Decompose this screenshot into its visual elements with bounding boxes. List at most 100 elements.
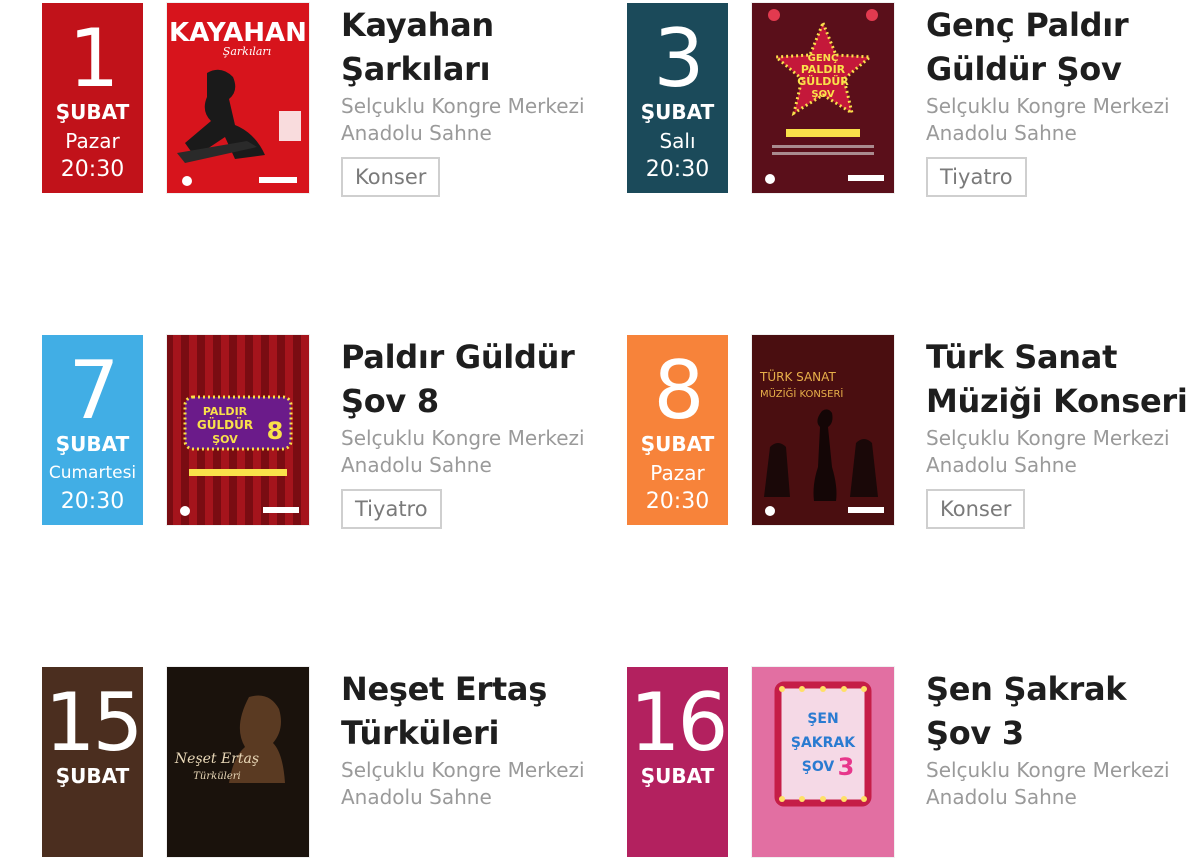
poster-line-3: GÜLDÜR <box>797 74 849 88</box>
poster-line-1: PALDIR <box>203 405 248 418</box>
poster-line-1: ŞEN <box>807 711 838 727</box>
event-venue: Selçuklu Kongre Merkezi Anadolu Sahne <box>341 425 601 479</box>
date-box[interactable]: 8 ŞUBAT Pazar 20:30 <box>627 335 728 525</box>
event-poster[interactable]: Neşet Ertaş Türküleri <box>167 667 309 857</box>
venue-line-2: Anadolu Sahne <box>926 453 1077 477</box>
poster-line-1: Neşet Ertaş <box>174 751 259 767</box>
date-box[interactable]: 3 ŞUBAT Salı 20:30 <box>627 3 728 193</box>
event-weekday: Salı <box>659 129 696 153</box>
title-line-2: Şov 3 <box>926 714 1024 752</box>
event-info: Paldır Güldür Şov 8 Selçuklu Kongre Merke… <box>341 335 601 529</box>
poster-line-2: GÜLDÜR <box>197 417 253 432</box>
event-month: ŞUBAT <box>640 764 715 788</box>
category-tag[interactable]: Konser <box>341 157 441 197</box>
event-day: 1 <box>68 12 120 105</box>
event-title[interactable]: Türk Sanat Müziği Konseri <box>926 335 1188 423</box>
poster-line-4: ŞOV <box>811 89 834 100</box>
event-weekday: Pazar <box>65 129 120 153</box>
poster-line-3: ŞOV <box>212 433 238 446</box>
event-month: ŞUBAT <box>55 432 130 456</box>
event-weekday: Cumartesi <box>48 463 137 483</box>
event-title[interactable]: Genç Paldır Güldür Şov <box>926 3 1186 91</box>
event-day: 8 <box>653 344 705 437</box>
venue-line-2: Anadolu Sahne <box>341 121 492 145</box>
event-month: ŞUBAT <box>640 100 715 124</box>
event-info: Türk Sanat Müziği Konseri Selçuklu Kongre… <box>926 335 1188 529</box>
event-poster[interactable]: TÜRK SANAT MÜZİĞİ KONSERİ <box>752 335 894 525</box>
title-line-1: Kayahan <box>341 6 494 44</box>
event-poster[interactable]: GENÇ PALDIR GÜLDÜR ŞOV <box>752 3 894 193</box>
poster-number: 3 <box>838 753 855 781</box>
event-card-turk-sanat: 8 ŞUBAT Pazar 20:30 TÜRK SANAT MÜZİĞİ KO… <box>627 335 1188 535</box>
title-line-1: Şen Şakrak <box>926 670 1127 708</box>
venue-line-1: Selçuklu Kongre Merkezi <box>926 426 1170 450</box>
event-venue: Selçuklu Kongre Merkezi Anadolu Sahne <box>926 425 1186 479</box>
title-line-2: Şov 8 <box>341 382 439 420</box>
event-time: 20:30 <box>645 489 710 514</box>
event-day: 7 <box>68 344 120 437</box>
venue-line-1: Selçuklu Kongre Merkezi <box>341 426 585 450</box>
event-month: ŞUBAT <box>640 432 715 456</box>
event-poster[interactable]: KAYAHAN Şarkıları <box>167 3 309 193</box>
event-title[interactable]: Neşet Ertaş Türküleri <box>341 667 601 755</box>
poster-line-2: ŞAKRAK <box>791 735 856 751</box>
title-line-2: Türküleri <box>341 714 500 752</box>
poster-line-3: ŞOV <box>802 759 835 775</box>
event-day: 15 <box>44 676 144 769</box>
event-day: 16 <box>629 676 729 769</box>
title-line-2: Müziği Konseri <box>926 382 1188 420</box>
venue-line-2: Anadolu Sahne <box>341 453 492 477</box>
category-tag[interactable]: Konser <box>926 489 1026 529</box>
event-weekday: Pazar <box>650 461 705 485</box>
poster-line-2: MÜZİĞİ KONSERİ <box>760 387 843 400</box>
event-poster[interactable]: PALDIR GÜLDÜR ŞOV 8 <box>167 335 309 525</box>
event-poster[interactable]: ŞEN ŞAKRAK ŞOV 3 <box>752 667 894 857</box>
event-venue: Selçuklu Kongre Merkezi Anadolu Sahne <box>341 757 601 811</box>
event-card-kayahan: 1 ŞUBAT Pazar 20:30 KAYAHAN Şarkıları Ka… <box>42 3 602 203</box>
venue-line-2: Anadolu Sahne <box>341 785 492 809</box>
event-title[interactable]: Paldır Güldür Şov 8 <box>341 335 601 423</box>
venue-line-1: Selçuklu Kongre Merkezi <box>926 758 1170 782</box>
event-venue: Selçuklu Kongre Merkezi Anadolu Sahne <box>341 93 601 147</box>
title-line-1: Paldır Güldür <box>341 338 575 376</box>
event-time: 20:30 <box>60 157 125 182</box>
poster-line-1: TÜRK SANAT <box>759 368 836 384</box>
event-card-genc-paldir: 3 ŞUBAT Salı 20:30 GENÇ PALDIR GÜLDÜR ŞO… <box>627 3 1187 203</box>
title-line-1: Genç Paldır <box>926 6 1129 44</box>
title-line-1: Neşet Ertaş <box>341 670 547 708</box>
event-info: Neşet Ertaş Türküleri Selçuklu Kongre Mer… <box>341 667 601 811</box>
title-line-1: Türk Sanat <box>926 338 1118 376</box>
poster-number: 8 <box>267 417 284 445</box>
date-box[interactable]: 15 ŞUBAT <box>42 667 143 857</box>
event-time: 20:30 <box>645 157 710 182</box>
event-info: Kayahan Şarkıları Selçuklu Kongre Merkezi… <box>341 3 601 197</box>
category-tag[interactable]: Tiyatro <box>926 157 1027 197</box>
event-month: ŞUBAT <box>55 764 130 788</box>
event-venue: Selçuklu Kongre Merkezi Anadolu Sahne <box>926 93 1186 147</box>
title-line-2: Güldür Şov <box>926 50 1122 88</box>
category-tag[interactable]: Tiyatro <box>341 489 442 529</box>
date-box[interactable]: 16 ŞUBAT <box>627 667 728 857</box>
date-box[interactable]: 7 ŞUBAT Cumartesi 20:30 <box>42 335 143 525</box>
poster-line-2: Türküleri <box>193 771 241 782</box>
venue-line-1: Selçuklu Kongre Merkezi <box>341 94 585 118</box>
event-month: ŞUBAT <box>55 100 130 124</box>
venue-line-2: Anadolu Sahne <box>926 121 1077 145</box>
event-time: 20:30 <box>60 489 125 514</box>
event-info: Genç Paldır Güldür Şov Selçuklu Kongre Me… <box>926 3 1186 197</box>
event-title[interactable]: Kayahan Şarkıları <box>341 3 601 91</box>
poster-subtitle: Şarkıları <box>223 45 271 58</box>
event-card-sen-sakrak: 16 ŞUBAT ŞEN ŞAKRAK ŞOV 3 Şen Şakrak Şov … <box>627 667 1187 867</box>
event-card-neset-ertas: 15 ŞUBAT Neşet Ertaş Türküleri Neşet Ert… <box>42 667 602 867</box>
title-line-2: Şarkıları <box>341 50 491 88</box>
event-info: Şen Şakrak Şov 3 Selçuklu Kongre Merkezi A… <box>926 667 1186 811</box>
date-box[interactable]: 1 ŞUBAT Pazar 20:30 <box>42 3 143 193</box>
event-title[interactable]: Şen Şakrak Şov 3 <box>926 667 1186 755</box>
event-day: 3 <box>653 12 705 105</box>
event-card-paldir-guldur-8: 7 ŞUBAT Cumartesi 20:30 PALDIR GÜLDÜR ŞO… <box>42 335 602 535</box>
venue-line-2: Anadolu Sahne <box>926 785 1077 809</box>
venue-line-1: Selçuklu Kongre Merkezi <box>926 94 1170 118</box>
venue-line-1: Selçuklu Kongre Merkezi <box>341 758 585 782</box>
event-venue: Selçuklu Kongre Merkezi Anadolu Sahne <box>926 757 1186 811</box>
poster-title: KAYAHAN <box>169 18 307 48</box>
